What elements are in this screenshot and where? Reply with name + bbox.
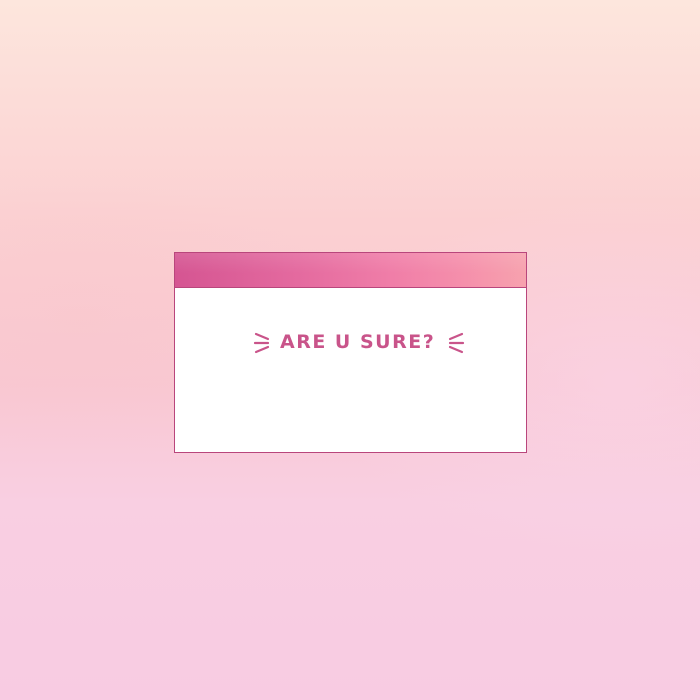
titlebar-shine (175, 253, 526, 287)
confirm-dialog: ARE U SURE? (174, 252, 527, 453)
dialog-titlebar[interactable] (175, 253, 526, 288)
dialog-message: ARE U SURE? (280, 331, 436, 353)
sparkle-left-icon (252, 330, 272, 356)
dialog-message-row: ARE U SURE? (175, 325, 526, 361)
sparkle-right-icon (446, 330, 466, 356)
